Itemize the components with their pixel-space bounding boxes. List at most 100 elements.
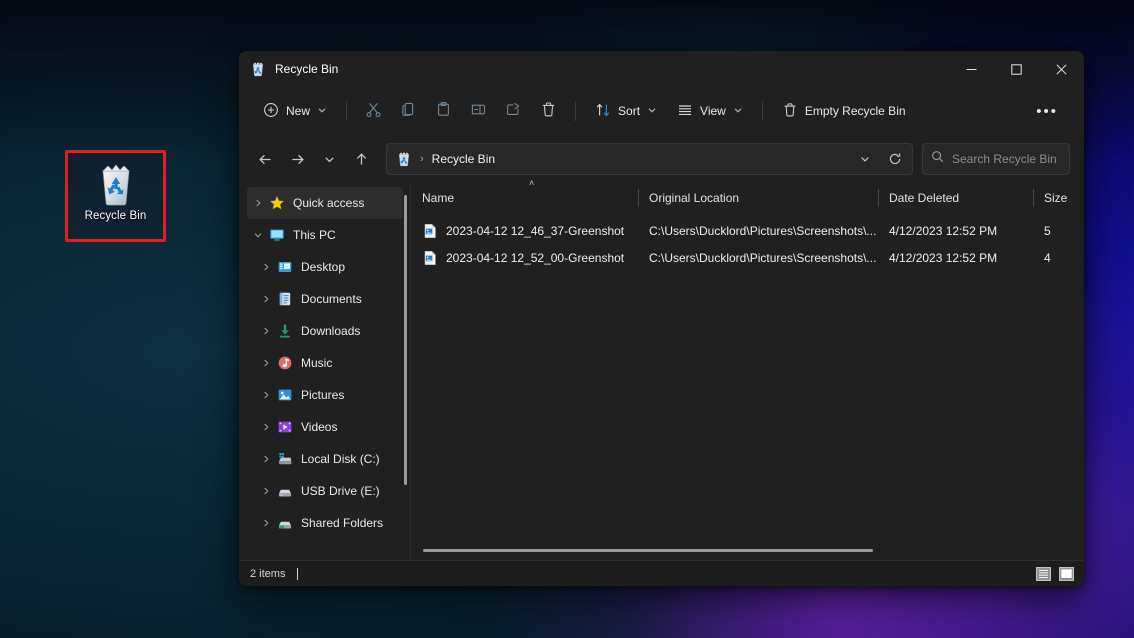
- recent-locations-button[interactable]: [313, 143, 345, 175]
- image-file-icon: [422, 223, 438, 239]
- search-input-placeholder[interactable]: Search Recycle Bin: [952, 152, 1057, 166]
- chevron-right-icon[interactable]: [255, 379, 277, 411]
- minimize-button[interactable]: [949, 51, 994, 87]
- plus-circle-icon: [263, 102, 279, 121]
- maximize-button[interactable]: [994, 51, 1039, 87]
- paste-button[interactable]: [426, 95, 461, 127]
- column-header-date-deleted[interactable]: Date Deleted: [878, 183, 1033, 213]
- see-more-button[interactable]: •••: [1024, 95, 1070, 127]
- table-row[interactable]: 2023-04-12 12_52_00-Greenshot C:\Users\D…: [417, 244, 1078, 271]
- column-header-label: Original Location: [649, 191, 739, 205]
- desktop-folder-icon: [277, 259, 293, 275]
- sidebar-item-downloads[interactable]: Downloads: [255, 315, 403, 347]
- copy-button[interactable]: [391, 95, 426, 127]
- desktop: Recycle Bin Recycle Bin: [0, 0, 1134, 638]
- sort-button[interactable]: Sort: [585, 95, 667, 127]
- sidebar-item-desktop[interactable]: Desktop: [255, 251, 403, 283]
- chevron-right-icon[interactable]: [255, 347, 277, 379]
- search-box[interactable]: Search Recycle Bin: [922, 143, 1070, 175]
- image-file-icon: [422, 250, 438, 266]
- sidebar-item-shared-folders[interactable]: Shared Folders: [255, 507, 403, 539]
- rename-icon: [470, 101, 487, 121]
- empty-recycle-bin-button[interactable]: Empty Recycle Bin: [772, 95, 916, 127]
- horizontal-scrollbar-thumb[interactable]: [423, 549, 873, 552]
- file-list-pane: ˄ Name Original Location Date Deleted Si…: [411, 183, 1084, 560]
- command-separator-2: [575, 101, 576, 121]
- sidebar-item-documents[interactable]: Documents: [255, 283, 403, 315]
- file-size-cell: 5: [1039, 224, 1084, 238]
- column-header-size[interactable]: Size: [1033, 183, 1084, 213]
- column-header-name[interactable]: ˄ Name: [411, 183, 638, 213]
- chevron-right-icon[interactable]: [255, 443, 277, 475]
- view-button[interactable]: View: [667, 95, 753, 127]
- sidebar-item-label: Shared Folders: [301, 516, 383, 530]
- details-view-icon[interactable]: [1034, 565, 1053, 582]
- rename-button[interactable]: [461, 95, 496, 127]
- address-bar-actions: [850, 145, 910, 173]
- column-header-original-location[interactable]: Original Location: [638, 183, 878, 213]
- titlebar-left: Recycle Bin: [239, 61, 949, 77]
- sidebar-item-local-disk-c[interactable]: Local Disk (C:): [255, 443, 403, 475]
- file-explorer-window: Recycle Bin New: [239, 51, 1084, 586]
- new-button-label: New: [286, 104, 310, 118]
- command-bar: New: [239, 87, 1084, 135]
- sidebar-item-videos[interactable]: Videos: [255, 411, 403, 443]
- close-button[interactable]: [1039, 51, 1084, 87]
- item-count-label: 2 items: [250, 568, 285, 580]
- sidebar-item-music[interactable]: Music: [255, 347, 403, 379]
- up-button[interactable]: [345, 143, 377, 175]
- address-dropdown-button[interactable]: [850, 145, 880, 173]
- chevron-right-icon[interactable]: [255, 251, 277, 283]
- desktop-icon-recycle-bin[interactable]: Recycle Bin: [65, 150, 166, 242]
- sidebar-scrollbar[interactable]: [404, 195, 407, 485]
- cut-button[interactable]: [356, 95, 391, 127]
- back-button[interactable]: [249, 143, 281, 175]
- address-bar[interactable]: › Recycle Bin: [386, 143, 913, 175]
- titlebar[interactable]: Recycle Bin: [239, 51, 1084, 87]
- chevron-right-icon[interactable]: [255, 507, 277, 539]
- sidebar-item-this-pc[interactable]: This PC: [247, 219, 403, 251]
- delete-button[interactable]: [531, 95, 566, 127]
- window-controls: [949, 51, 1084, 87]
- scissors-icon: [365, 101, 382, 121]
- sidebar-item-quick-access[interactable]: Quick access: [247, 187, 403, 219]
- chevron-right-icon[interactable]: [255, 475, 277, 507]
- column-headers: ˄ Name Original Location Date Deleted Si…: [411, 183, 1084, 213]
- sidebar-item-label: Videos: [301, 420, 337, 434]
- sort-arrows-icon: [595, 102, 611, 121]
- file-name-text: 2023-04-12 12_46_37-Greenshot: [446, 224, 624, 238]
- breadcrumb-separator: ›: [420, 153, 424, 165]
- sidebar-item-label: Pictures: [301, 388, 344, 402]
- desktop-icon-label: Recycle Bin: [85, 210, 147, 222]
- command-separator-3: [762, 101, 763, 121]
- file-rows: 2023-04-12 12_46_37-Greenshot C:\Users\D…: [411, 213, 1084, 544]
- view-button-label: View: [700, 104, 726, 118]
- refresh-button[interactable]: [880, 145, 910, 173]
- chevron-right-icon[interactable]: [255, 315, 277, 347]
- sidebar-item-label: Desktop: [301, 260, 345, 274]
- file-location-cell: C:\Users\Ducklord\Pictures\Screenshots\.…: [644, 251, 884, 265]
- recycle-bin-icon: [250, 61, 266, 77]
- large-icons-view-icon[interactable]: [1057, 565, 1076, 582]
- table-row[interactable]: 2023-04-12 12_46_37-Greenshot C:\Users\D…: [417, 217, 1078, 244]
- window-title: Recycle Bin: [275, 62, 338, 76]
- sidebar-item-label: This PC: [293, 228, 336, 242]
- recycle-bin-icon: [96, 162, 136, 206]
- chevron-right-icon[interactable]: [247, 187, 269, 219]
- horizontal-scrollbar[interactable]: [417, 544, 1078, 558]
- sidebar-item-usb-drive-e[interactable]: USB Drive (E:): [255, 475, 403, 507]
- share-button[interactable]: [496, 95, 531, 127]
- forward-button[interactable]: [281, 143, 313, 175]
- chevron-right-icon[interactable]: [255, 283, 277, 315]
- sidebar-item-pictures[interactable]: Pictures: [255, 379, 403, 411]
- share-icon: [505, 101, 522, 121]
- breadcrumb-current[interactable]: Recycle Bin: [432, 152, 495, 166]
- sidebar-item-label: USB Drive (E:): [301, 484, 380, 498]
- file-location-cell: C:\Users\Ducklord\Pictures\Screenshots\.…: [644, 224, 884, 238]
- chevron-right-icon[interactable]: [255, 411, 277, 443]
- file-name-cell: 2023-04-12 12_52_00-Greenshot: [417, 250, 644, 266]
- chevron-down-icon[interactable]: [247, 219, 269, 251]
- new-button[interactable]: New: [253, 95, 337, 127]
- sort-button-label: Sort: [618, 104, 640, 118]
- chevron-down-icon: [647, 104, 657, 118]
